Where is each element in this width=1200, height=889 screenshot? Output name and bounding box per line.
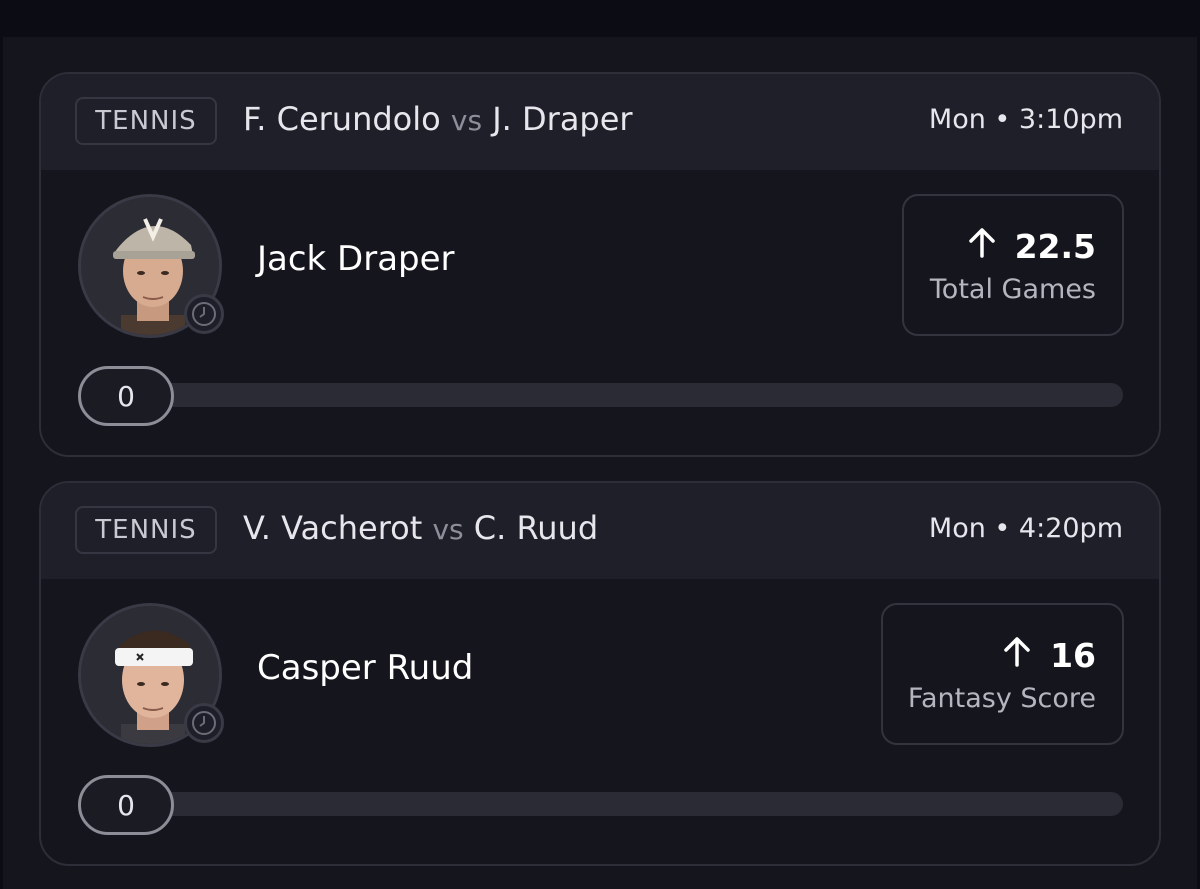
player-name: Casper Ruud <box>257 648 474 688</box>
stat-value: 22.5 <box>1014 226 1096 266</box>
stat-label: Total Games <box>929 274 1096 305</box>
arrow-up-icon <box>1002 635 1032 675</box>
clock-icon <box>184 703 224 743</box>
pick-card[interactable]: TENNIS F. Cerundolo vs J. Draper Mon • 3… <box>39 72 1161 457</box>
game-time: Mon • 4:20pm <box>928 513 1123 544</box>
card-header: TENNIS F. Cerundolo vs J. Draper Mon • 3… <box>41 74 1159 170</box>
stat-label: Fantasy Score <box>907 683 1096 714</box>
top-bar <box>0 0 1200 37</box>
stat-value-row: 22.5 <box>967 226 1096 266</box>
team-a: F. Cerundolo <box>243 100 441 138</box>
arrow-up-icon <box>967 226 997 266</box>
progress-track <box>121 383 1123 407</box>
matchup: V. Vacherot vs C. Ruud <box>243 509 598 547</box>
sport-badge: TENNIS <box>75 97 217 145</box>
vs-label: vs <box>432 513 464 546</box>
game-time: Mon • 3:10pm <box>928 104 1123 135</box>
card-header: TENNIS V. Vacherot vs C. Ruud Mon • 4:20… <box>41 483 1159 579</box>
stat-line-box[interactable]: 22.5 Total Games <box>902 194 1124 336</box>
player-avatar-wrap[interactable] <box>78 194 224 338</box>
progress-count[interactable]: 0 <box>78 775 174 835</box>
team-b: C. Ruud <box>473 509 599 547</box>
team-b: J. Draper <box>492 100 633 138</box>
screen-edge-left <box>0 37 3 889</box>
stat-value: 16 <box>1050 635 1096 675</box>
matchup: F. Cerundolo vs J. Draper <box>243 100 633 138</box>
stat-value-row: 16 <box>1002 635 1096 675</box>
player-avatar-wrap[interactable] <box>78 603 224 747</box>
pick-card[interactable]: TENNIS V. Vacherot vs C. Ruud Mon • 4:20… <box>39 481 1161 866</box>
vs-label: vs <box>450 104 483 137</box>
clock-icon <box>184 294 224 334</box>
stat-line-box[interactable]: 16 Fantasy Score <box>881 603 1124 745</box>
team-a: V. Vacherot <box>243 509 423 547</box>
progress-track <box>121 792 1123 816</box>
sport-badge: TENNIS <box>75 506 217 554</box>
progress-count[interactable]: 0 <box>78 366 174 426</box>
player-name: Jack Draper <box>257 239 455 279</box>
